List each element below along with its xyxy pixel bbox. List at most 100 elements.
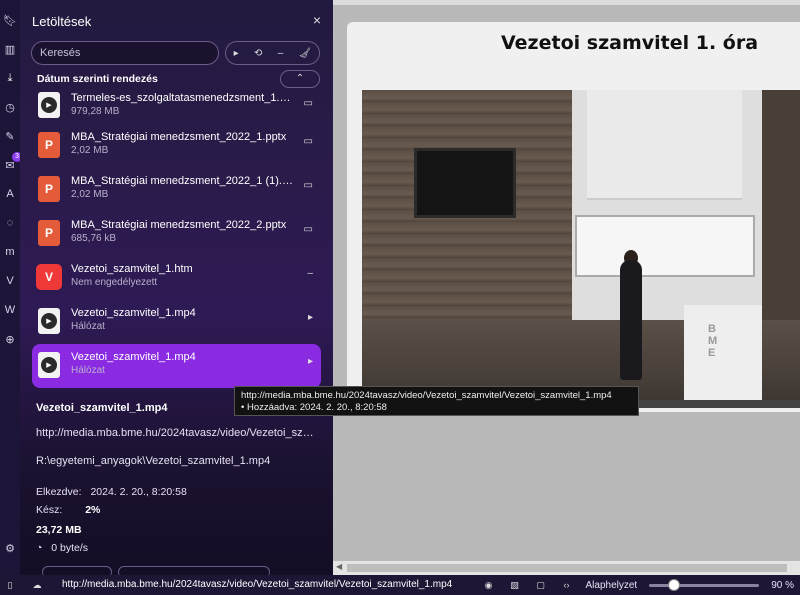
speed-icon: ◔: [36, 542, 43, 554]
file-meta: 2,02 MB: [71, 189, 109, 200]
sort-toggle-button[interactable]: ⌃: [280, 70, 320, 88]
file-meta: 2,02 MB: [71, 145, 109, 156]
download-item[interactable]: P MBA_Stratégiai menedzsment_2022_2.pptx…: [32, 212, 321, 256]
minus-icon[interactable]: –: [278, 48, 284, 59]
size-value: 23,72 MB: [36, 524, 82, 536]
download-item[interactable]: ▶ Vezetoi_szamvitel_1.mp4 Hálózat ▸: [32, 300, 321, 344]
file-name: Vezetoi_szamvitel_1.mp4: [71, 351, 196, 363]
retry-icon[interactable]: ⟲: [254, 48, 262, 59]
folder-icon[interactable]: ▭: [304, 136, 313, 147]
resume-icon[interactable]: ▸: [234, 48, 239, 59]
scroll-left-icon[interactable]: ◀: [336, 562, 342, 571]
play-icon[interactable]: ▸: [308, 356, 313, 367]
code-icon[interactable]: ‹›: [560, 578, 574, 592]
details-url[interactable]: http://media.mba.bme.hu/2024tavasz/video…: [36, 427, 316, 439]
download-item[interactable]: P MBA_Stratégiai menedzsment_2022_1.pptx…: [32, 124, 321, 168]
download-icon[interactable]: ⤓: [2, 70, 18, 86]
page-title: Vezetoi szamvitel 1. óra: [501, 32, 759, 54]
status-bar: ▯ ☁ http://media.mba.bme.hu/2024tavasz/v…: [0, 575, 800, 595]
download-tooltip: http://media.mba.bme.hu/2024tavasz/video…: [234, 386, 639, 416]
zoom-reset-button[interactable]: Alaphelyzet: [586, 580, 638, 591]
window-icon[interactable]: ▢: [534, 578, 548, 592]
feed-icon[interactable]: ◌: [2, 215, 18, 231]
video-tv: [414, 148, 516, 218]
file-name: Termeles-es_szolgaltatasmenedzsment_1.m.…: [71, 92, 293, 104]
cloud-icon[interactable]: ☁: [30, 578, 44, 592]
file-meta: Hálózat: [71, 365, 105, 376]
details-speed: ◔ 0 byte/s: [36, 542, 88, 554]
details-size: 23,72 MB: [36, 524, 82, 536]
file-meta: Hálózat: [71, 321, 105, 332]
video-player[interactable]: BME: [362, 90, 800, 400]
details-done: Kész: 2%: [36, 504, 100, 516]
vivaldi-file-icon: V: [36, 264, 62, 290]
folder-icon[interactable]: ▭: [304, 224, 313, 235]
search-input[interactable]: Keresés: [31, 41, 219, 65]
podium-logo: BME: [708, 323, 718, 359]
translate-icon[interactable]: A: [2, 186, 18, 202]
zoom-slider[interactable]: [649, 578, 760, 591]
video-presenter: [620, 260, 642, 380]
file-name: Vezetoi_szamvitel_1.mp4: [71, 307, 196, 319]
download-item[interactable]: V Vezetoi_szamvitel_1.htm Nem engedélyez…: [32, 256, 321, 300]
download-tools: ▸ ⟲ – 🧹︎: [225, 41, 320, 65]
file-name: MBA_Stratégiai menedzsment_2022_1 (1).pp…: [71, 175, 293, 187]
sort-label: Dátum szerinti rendezés: [37, 73, 158, 85]
done-label: Kész:: [36, 504, 63, 516]
close-icon[interactable]: ×: [313, 12, 321, 28]
download-item[interactable]: ▶ Termeles-es_szolgaltatasmenedzsment_1.…: [32, 88, 321, 124]
ppt-file-icon: P: [38, 132, 60, 158]
video-file-icon: ▶: [38, 308, 60, 334]
scrollbar-thumb[interactable]: [347, 564, 787, 572]
bottom-buttons: [34, 566, 294, 575]
file-meta: 685,76 kB: [71, 233, 117, 244]
clear-brush-icon[interactable]: 🧹︎: [299, 48, 312, 59]
panel-toggle-icon[interactable]: ▯: [3, 578, 17, 592]
done-value: 2%: [85, 504, 101, 516]
folder-icon[interactable]: ▭: [304, 98, 313, 109]
video-file-icon: ▶: [38, 92, 60, 118]
settings-gear-icon[interactable]: ⚙: [2, 540, 18, 556]
file-name: MBA_Stratégiai menedzsment_2022_2.pptx: [71, 219, 287, 231]
minus-icon[interactable]: –: [307, 268, 313, 279]
file-meta: 979,28 MB: [71, 106, 120, 117]
reading-list-icon[interactable]: ▥: [2, 41, 18, 57]
tooltip-added: • Hozzáadva: 2024. 2. 20., 8:20:58: [241, 402, 387, 413]
notes-icon[interactable]: ✎: [2, 128, 18, 144]
mail-icon[interactable]: ✉ 3: [2, 152, 22, 173]
panel-title: Letöltések: [32, 14, 92, 29]
file-name: MBA_Stratégiai menedzsment_2022_1.pptx: [71, 131, 287, 143]
video-file-icon: ▶: [38, 352, 60, 378]
details-path[interactable]: R:\egyetemi_anyagok\Vezetoi_szamvitel_1.…: [36, 455, 270, 467]
folder-icon[interactable]: ▭: [304, 180, 313, 191]
history-icon[interactable]: ◷: [2, 99, 18, 115]
file-name: Vezetoi_szamvitel_1.htm: [71, 263, 193, 275]
page-content: Vezetoi szamvitel 1. óra BME: [333, 0, 800, 575]
speed-value: 0 byte/s: [51, 542, 89, 554]
add-panel-icon[interactable]: ⊕: [2, 331, 18, 347]
file-meta: Nem engedélyezett: [71, 277, 158, 288]
download-item[interactable]: P MBA_Stratégiai menedzsment_2022_1 (1).…: [32, 168, 321, 212]
horizontal-scrollbar[interactable]: ◀: [333, 561, 800, 575]
bottom-button[interactable]: [118, 566, 270, 575]
ppt-file-icon: P: [38, 220, 60, 246]
bottom-button[interactable]: [42, 566, 112, 575]
image-icon[interactable]: ▨: [508, 578, 522, 592]
zoom-value: 90 %: [771, 579, 794, 591]
page-top-edge: [333, 0, 800, 5]
status-right: ◉ ▨ ▢ ‹› Alaphelyzet 90 %: [482, 578, 794, 592]
mastodon-icon[interactable]: m: [2, 244, 18, 260]
downloads-panel: Letöltések × Keresés ▸ ⟲ – 🧹︎ Dátum szer…: [20, 0, 333, 575]
started-value: 2024. 2. 20., 8:20:58: [90, 486, 187, 498]
wikipedia-icon[interactable]: W: [2, 302, 18, 318]
camera-icon[interactable]: ◉: [482, 578, 496, 592]
started-label: Elkezdve:: [36, 486, 82, 498]
zoom-slider-knob[interactable]: [667, 578, 680, 591]
ppt-file-icon: P: [38, 176, 60, 202]
tooltip-url: http://media.mba.bme.hu/2024tavasz/video…: [241, 390, 612, 401]
play-icon[interactable]: ▸: [308, 312, 313, 323]
download-item-selected[interactable]: ▶ Vezetoi_szamvitel_1.mp4 Hálózat ▸: [32, 344, 321, 388]
bookmark-icon[interactable]: 🔖︎: [2, 12, 18, 28]
video-projection: [587, 90, 742, 200]
vivaldi-icon[interactable]: V: [2, 273, 18, 289]
